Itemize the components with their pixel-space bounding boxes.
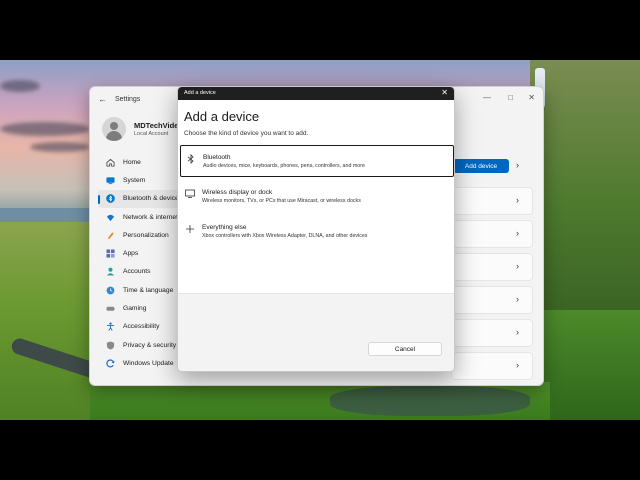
settings-title: Settings [115, 96, 141, 103]
chevron-right-icon[interactable]: › [516, 261, 519, 271]
apps-icon [106, 249, 115, 258]
bluetooth-icon [106, 194, 115, 204]
sidebar-item-label: Accessibility [123, 323, 160, 331]
user-account-type: Local Account [134, 131, 169, 137]
chevron-right-icon[interactable]: › [516, 327, 519, 337]
option-wireless-display[interactable]: Wireless display or dock Wireless monito… [180, 181, 454, 213]
dialog-heading: Add a device [184, 109, 260, 124]
dialog-titlebar-label: Add a device [184, 90, 216, 96]
sidebar-item-label: Windows Update [123, 359, 174, 367]
chevron-right-icon[interactable]: › [516, 360, 519, 370]
pond [330, 386, 530, 416]
sidebar-item-label: Home [123, 158, 141, 166]
privacy-icon [106, 341, 115, 350]
dialog-footer: Cancel [178, 293, 454, 371]
sidebar-item-bluetooth-devices[interactable]: Bluetooth & devices [98, 189, 188, 208]
sidebar-item-gaming[interactable]: Gaming [98, 299, 188, 317]
cancel-button[interactable]: Cancel [368, 342, 442, 356]
device-row[interactable] [451, 220, 533, 248]
sidebar-item-accessibility[interactable]: Accessibility [98, 318, 188, 336]
option-title: Everything else [202, 224, 247, 231]
sidebar-item-label: Bluetooth & devices [123, 195, 183, 203]
close-icon[interactable]: ✕ [528, 93, 535, 102]
option-description: Wireless monitors, TVs, or PCs that use … [202, 198, 361, 204]
device-row[interactable] [451, 253, 533, 281]
option-description: Xbox controllers with Xbox Wireless Adap… [202, 233, 368, 239]
sidebar-item-label: System [123, 176, 146, 184]
add-device-button[interactable]: Add device [453, 159, 509, 173]
sidebar-item-label: Gaming [123, 305, 147, 313]
field [540, 310, 640, 420]
close-icon[interactable]: ✕ [441, 88, 448, 97]
option-title: Wireless display or dock [202, 189, 273, 196]
option-description: Audio devices, mice, keyboards, phones, … [203, 163, 365, 169]
field [0, 222, 100, 420]
chevron-right-icon[interactable]: › [516, 195, 519, 205]
chevron-right-icon[interactable]: › [516, 228, 519, 238]
avatar[interactable] [102, 117, 126, 141]
sidebar-item-privacy-security[interactable]: Privacy & security [98, 336, 188, 354]
monitor-icon [185, 189, 195, 199]
home-icon [106, 158, 115, 167]
add-device-dialog: Add a device ✕ Add a device Choose the k… [177, 86, 455, 372]
accounts-icon [106, 267, 115, 276]
option-bluetooth[interactable]: Bluetooth Audio devices, mice, keyboards… [180, 145, 454, 177]
sidebar-nav: Home System Bluetooth & devices Network … [98, 153, 188, 373]
network-icon [106, 213, 115, 222]
gaming-icon [106, 304, 115, 313]
system-icon [106, 176, 115, 185]
back-arrow-icon[interactable]: ← [98, 94, 107, 104]
sidebar-item-label: Accounts [123, 268, 151, 276]
windows-update-icon [106, 359, 115, 368]
sidebar-item-apps[interactable]: Apps [98, 244, 188, 262]
plus-icon [185, 224, 195, 234]
minimize-icon[interactable]: — [483, 93, 491, 102]
bluetooth-icon [186, 154, 196, 164]
option-everything-else[interactable]: Everything else Xbox controllers with Xb… [180, 216, 454, 248]
sidebar-item-label: Time & language [123, 286, 174, 294]
sidebar-item-label: Apps [123, 250, 139, 258]
time-language-icon [106, 286, 115, 295]
device-row[interactable] [451, 286, 533, 314]
sidebar-item-home[interactable]: Home [98, 153, 188, 171]
device-row[interactable] [451, 352, 533, 380]
cloud [30, 142, 90, 152]
sidebar-item-time-language[interactable]: Time & language [98, 281, 188, 299]
dialog-subtitle: Choose the kind of device you want to ad… [184, 130, 309, 137]
sidebar-item-label: Personalization [123, 231, 169, 239]
accessibility-icon [106, 322, 115, 332]
sidebar-item-label: Network & internet [123, 213, 179, 221]
personalization-icon [106, 231, 115, 240]
sidebar-item-windows-update[interactable]: Windows Update [98, 354, 188, 372]
cloud [0, 80, 40, 92]
sidebar-item-accounts[interactable]: Accounts [98, 263, 188, 281]
maximize-icon[interactable]: □ [508, 93, 513, 102]
sidebar-item-personalization[interactable]: Personalization [98, 226, 188, 244]
option-title: Bluetooth [203, 154, 231, 161]
chevron-right-icon[interactable]: › [516, 294, 519, 304]
device-row[interactable] [451, 187, 533, 215]
sidebar-item-label: Privacy & security [123, 341, 177, 349]
cloud [0, 122, 90, 136]
chevron-right-icon[interactable]: › [516, 160, 519, 170]
sidebar-item-system[interactable]: System [98, 171, 188, 189]
device-row[interactable] [451, 319, 533, 347]
sea [0, 208, 100, 222]
sidebar-item-network[interactable]: Network & internet [98, 208, 188, 226]
dialog-titlebar: Add a device ✕ [178, 87, 454, 100]
